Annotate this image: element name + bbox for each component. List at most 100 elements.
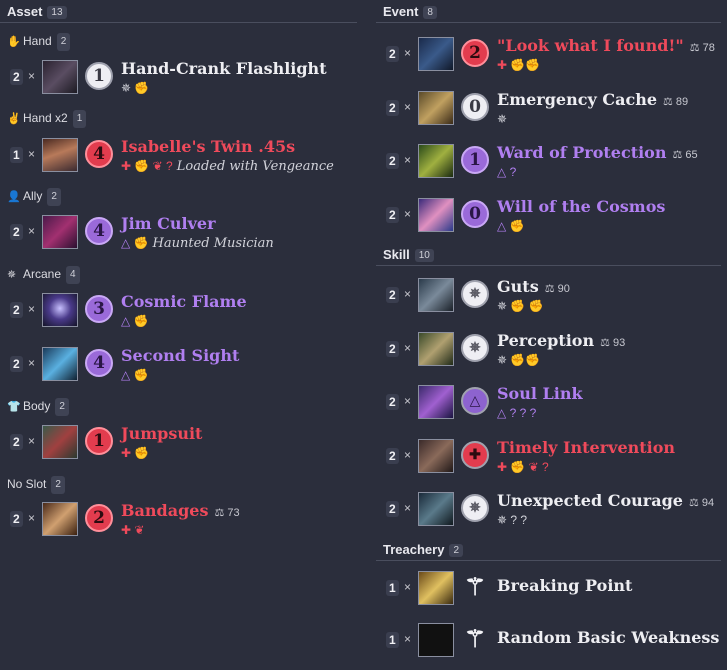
deck-card-row[interactable]: 2 × ✵ Guts ⚖ 90 ✵ ✊ ✊ <box>376 273 721 317</box>
card-name[interactable]: Ward of Protection ⚖ 65 <box>497 143 698 162</box>
card-skill-icons: ✚ ❦ <box>121 523 145 537</box>
card-quantity[interactable]: 2 <box>386 207 399 223</box>
event-section-header: Event 8 <box>376 0 721 23</box>
deck-card-row[interactable]: 1 × 4 Isabelle's Twin .45s ✚ ✊ ❦ ? Loaded … <box>0 133 357 177</box>
card-quantity[interactable]: 2 <box>386 448 399 464</box>
deck-card-row[interactable]: 2 × 0 Will of the Cosmos △ ✊ <box>376 193 721 237</box>
deck-card-row[interactable]: 2 × 4 Jim Culver △ ✊ Haunted Musician <box>0 210 357 254</box>
arcane-icon: ✵ <box>7 269 17 281</box>
card-quantity[interactable]: 2 <box>386 287 399 303</box>
deck-card-row[interactable]: 2 × 1 Ward of Protection ⚖ 65 △ ? <box>376 139 721 183</box>
card-quantity[interactable]: 1 <box>386 632 399 648</box>
card-quantity[interactable]: 2 <box>10 224 23 240</box>
card-skill-icons: △ ✊ Haunted Musician <box>121 236 274 251</box>
card-thumbnail[interactable] <box>418 144 454 178</box>
deck-card-row[interactable]: 2 × ✵ Unexpected Courage ⚖ 94 ✵ ? ? <box>376 487 721 531</box>
card-name[interactable]: Random Basic Weakness <box>497 628 719 647</box>
card-quantity[interactable]: 2 <box>386 501 399 517</box>
card-quantity[interactable]: 1 <box>10 147 23 163</box>
card-name[interactable]: Timely Intervention <box>497 438 675 457</box>
hand-icon: ✋ <box>7 36 21 48</box>
card-thumbnail[interactable] <box>418 439 454 473</box>
card-quantity[interactable]: 1 <box>386 580 399 596</box>
card-thumbnail[interactable] <box>418 492 454 526</box>
card-thumbnail[interactable] <box>418 91 454 125</box>
card-skill-icons: ✚ ✊✊ <box>497 58 541 72</box>
card-quantity[interactable]: 2 <box>386 153 399 169</box>
treachery-section-header: Treachery 2 <box>376 538 721 561</box>
card-name[interactable]: Jumpsuit <box>121 424 202 443</box>
guardian-class-icon: ✚ <box>461 441 489 469</box>
card-skill-icons: △ ✊ <box>121 368 149 382</box>
asset-section-title: Asset 13 <box>7 4 67 19</box>
card-thumbnail[interactable] <box>418 385 454 419</box>
skill-count-badge: 10 <box>414 249 434 262</box>
card-thumbnail[interactable] <box>42 347 78 381</box>
card-name[interactable]: Breaking Point <box>497 576 632 595</box>
card-skill-icons: ✵ ✊ <box>121 81 150 95</box>
card-thumbnail[interactable] <box>418 37 454 71</box>
card-name[interactable]: Jim Culver <box>121 214 216 233</box>
card-quantity[interactable]: 2 <box>10 511 23 527</box>
card-name[interactable]: Guts ⚖ 90 <box>497 277 570 296</box>
card-name[interactable]: Second Sight <box>121 346 239 365</box>
slot-header-ally: 👤 Ally 2 <box>7 188 61 206</box>
card-quantity[interactable]: 2 <box>10 69 23 85</box>
deck-card-row[interactable]: 2 × 0 Emergency Cache ⚖ 89 ✵ <box>376 86 721 130</box>
card-name[interactable]: Perception ⚖ 93 <box>497 331 625 350</box>
event-count-badge: 8 <box>423 6 437 19</box>
deck-card-row[interactable]: 2 × ✚ Timely Intervention ✚ ✊ ❦ ? <box>376 434 721 478</box>
card-thumbnail[interactable] <box>42 60 78 94</box>
asset-count-badge: 13 <box>47 6 67 19</box>
card-quantity[interactable]: 2 <box>386 100 399 116</box>
deck-card-row[interactable]: 2 × 4 Second Sight △ ✊ <box>0 342 357 386</box>
asset-section-header: Asset 13 <box>0 0 357 23</box>
card-quantity[interactable]: 2 <box>386 394 399 410</box>
treachery-count-badge: 2 <box>449 544 463 557</box>
card-thumbnail[interactable] <box>42 425 78 459</box>
card-name[interactable]: Hand-Crank Flashlight <box>121 59 327 78</box>
card-name[interactable]: Unexpected Courage ⚖ 94 <box>497 491 714 510</box>
card-thumbnail[interactable] <box>418 623 454 657</box>
deck-card-row[interactable]: 2 × ✵ Perception ⚖ 93 ✵ ✊✊ <box>376 327 721 371</box>
event-section-title: Event 8 <box>383 4 437 19</box>
card-name[interactable]: Bandages ⚖ 73 <box>121 501 240 520</box>
card-quantity[interactable]: 2 <box>386 341 399 357</box>
card-thumbnail[interactable] <box>418 278 454 312</box>
card-skill-icons: △ ? <box>497 165 517 179</box>
treachery-section-title: Treachery 2 <box>383 542 463 557</box>
card-quantity[interactable]: 2 <box>10 356 23 372</box>
card-skill-icons: ✚ ✊ ❦ ? <box>497 460 549 474</box>
card-thumbnail[interactable] <box>418 198 454 232</box>
card-name[interactable]: "Look what I found!" ⚖ 78 <box>497 36 715 55</box>
card-quantity[interactable]: 2 <box>386 46 399 62</box>
deck-card-row[interactable]: 2 × 1 Jumpsuit ✚ ✊ <box>0 420 357 464</box>
card-name[interactable]: Soul Link <box>497 384 583 403</box>
card-cost-circle: 2 <box>85 504 113 532</box>
willpower-icon: ✵ <box>461 494 489 522</box>
slot-header-hand-x2: ✌ Hand x2 1 <box>7 110 87 128</box>
card-skill-icons: △ ✊ <box>121 314 149 328</box>
deck-card-row[interactable]: 2 × △ Soul Link △ ? ? ? <box>376 380 721 424</box>
card-thumbnail[interactable] <box>418 332 454 366</box>
deck-card-row[interactable]: 1 × ⚚ Breaking Point <box>376 566 721 610</box>
card-name[interactable]: Will of the Cosmos <box>497 197 665 216</box>
card-name[interactable]: Cosmic Flame <box>121 292 247 311</box>
card-thumbnail[interactable] <box>42 502 78 536</box>
deck-card-row[interactable]: 1 × ⚚ Random Basic Weakness <box>376 618 721 662</box>
deck-card-row[interactable]: 2 × 2 Bandages ⚖ 73 ✚ ❦ <box>0 497 357 541</box>
card-thumbnail[interactable] <box>42 293 78 327</box>
card-thumbnail[interactable] <box>42 138 78 172</box>
card-thumbnail[interactable] <box>42 215 78 249</box>
card-skill-icons: △ ✊ <box>497 219 525 233</box>
deck-card-row[interactable]: 2 × 2 "Look what I found!" ⚖ 78 ✚ ✊✊ <box>376 32 721 76</box>
card-name[interactable]: Isabelle's Twin .45s <box>121 137 295 156</box>
card-thumbnail[interactable] <box>418 571 454 605</box>
deck-card-row[interactable]: 2 × 3 Cosmic Flame △ ✊ <box>0 288 357 332</box>
willpower-icon: ✵ <box>461 334 489 362</box>
slot-header-hand: ✋ Hand 2 <box>7 33 71 51</box>
card-quantity[interactable]: 2 <box>10 434 23 450</box>
deck-card-row[interactable]: 2 × 1 Hand-Crank Flashlight ✵ ✊ <box>0 55 357 99</box>
card-quantity[interactable]: 2 <box>10 302 23 318</box>
card-name[interactable]: Emergency Cache ⚖ 89 <box>497 90 688 109</box>
